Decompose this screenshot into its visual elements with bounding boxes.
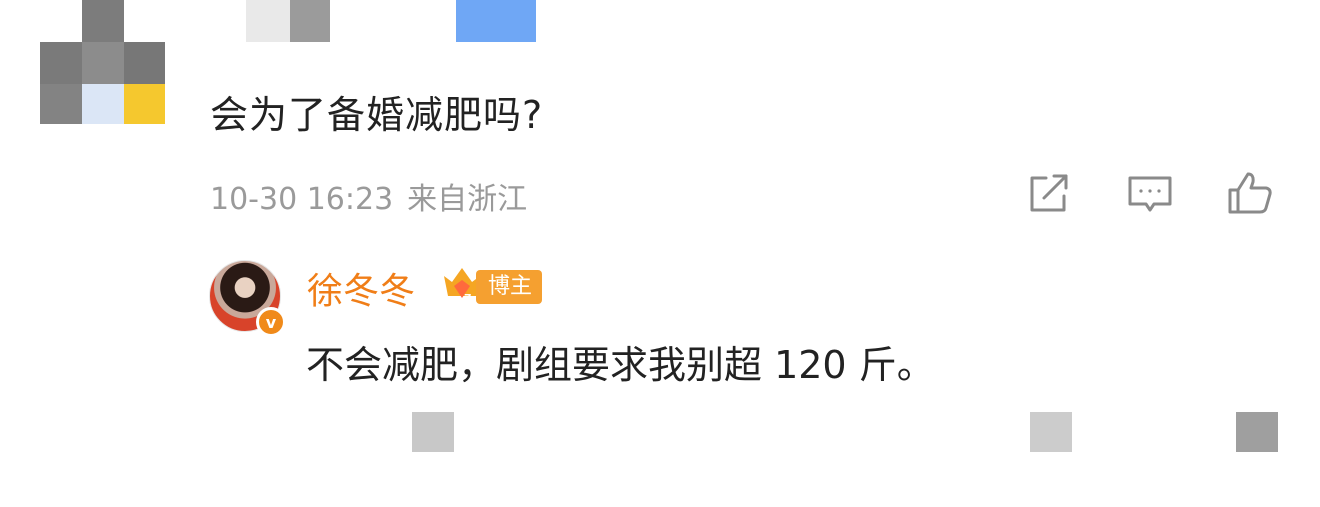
pixelated-block	[1236, 412, 1278, 452]
comment-thread: 会为了备婚减肥吗? 10-30 16:23 来自浙江 v 徐冬冬 7 博主 不会…	[0, 0, 1320, 507]
pixelated-block	[246, 0, 290, 42]
comment-text: 会为了备婚减肥吗?	[210, 93, 544, 137]
crown-level-number: 7	[464, 292, 472, 305]
comment-meta: 10-30 16:23 来自浙江	[210, 174, 527, 218]
blogger-badge: 博主	[476, 270, 543, 304]
verified-badge: v	[256, 307, 286, 337]
reply-text: 不会减肥，剧组要求我别超 120 斤。	[306, 343, 935, 387]
pixelated-block	[290, 0, 330, 42]
comment-location: 来自浙江	[407, 182, 528, 217]
like-button[interactable]	[1226, 170, 1274, 218]
pixelated-block	[1030, 412, 1072, 452]
pixelated-block	[412, 412, 454, 452]
thumbs-up-icon	[1226, 170, 1274, 218]
comment-bubble-icon	[1126, 170, 1174, 218]
pixelated-block	[456, 0, 536, 42]
comment-button[interactable]	[1126, 170, 1174, 218]
share-button[interactable]	[1024, 170, 1072, 218]
commenter-avatar[interactable]	[40, 42, 165, 124]
pixelated-block	[82, 0, 124, 42]
reply-author-name[interactable]: 徐冬冬	[307, 262, 415, 314]
share-edit-icon	[1024, 170, 1072, 218]
comment-timestamp: 10-30 16:23	[210, 182, 394, 217]
